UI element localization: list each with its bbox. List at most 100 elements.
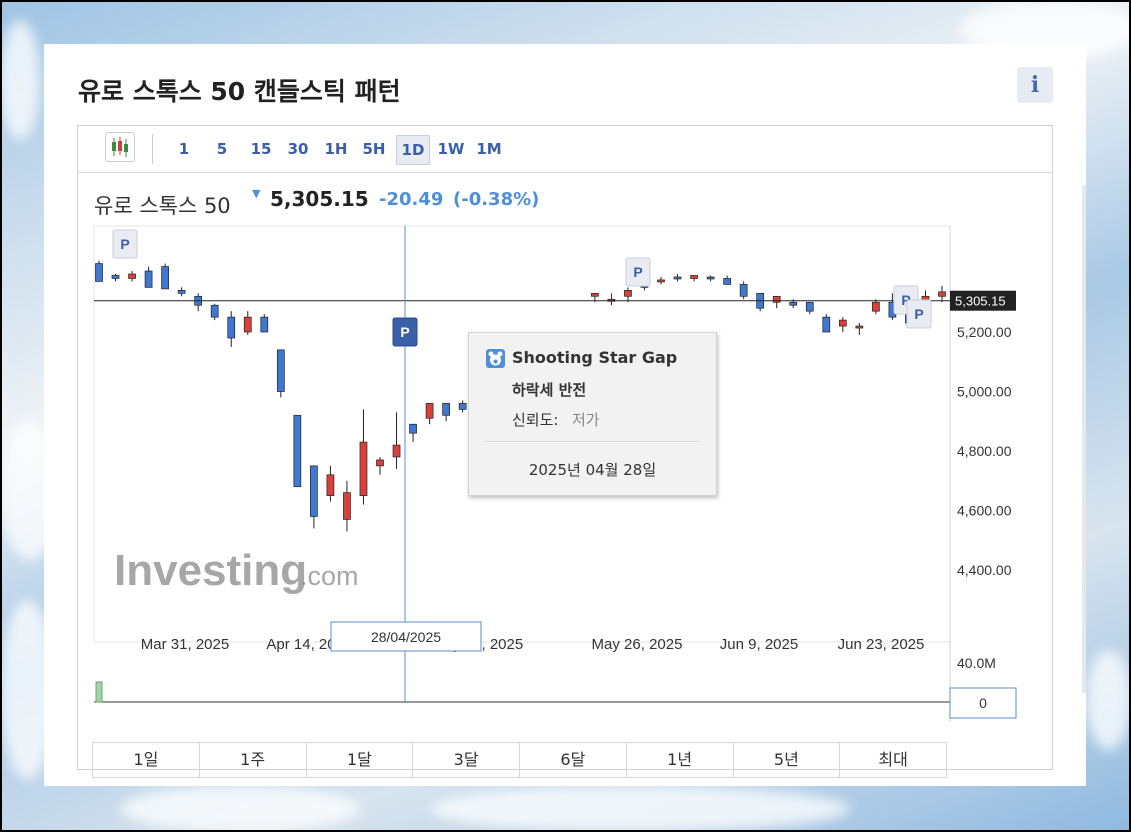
range-5y[interactable]: 5년 [734, 743, 841, 777]
candle-body [359, 441, 368, 496]
reliability-value: 저가 [572, 411, 600, 429]
candle[interactable] [624, 287, 632, 303]
candle[interactable] [938, 285, 946, 303]
candle[interactable] [343, 480, 351, 532]
candle-body [872, 301, 880, 312]
candle-body [591, 292, 599, 297]
current-price-label: 5,305.15 [955, 294, 1006, 309]
range-max[interactable]: 최대 [840, 743, 946, 777]
candle-body [723, 278, 731, 285]
candle[interactable] [805, 301, 814, 315]
candle[interactable] [227, 311, 236, 347]
candle[interactable] [458, 400, 467, 413]
candle[interactable] [359, 409, 368, 505]
candle[interactable] [723, 275, 731, 285]
watermark-domain: .com [300, 561, 359, 591]
range-selector: 1일 1주 1달 3달 6달 1년 5년 최대 [92, 742, 947, 778]
candle[interactable] [872, 299, 880, 315]
pattern-marker[interactable]: P [906, 299, 932, 329]
candle-body [838, 319, 847, 327]
pattern-marker-label: P [120, 236, 129, 252]
candle[interactable] [111, 273, 120, 282]
pattern-marker[interactable]: P [625, 257, 651, 287]
candle-body [144, 270, 153, 288]
candle[interactable] [392, 412, 401, 469]
candle-body [425, 403, 434, 419]
candle[interactable] [855, 323, 864, 335]
tooltip-divider [484, 441, 700, 442]
range-1y[interactable]: 1년 [627, 743, 734, 777]
candle[interactable] [161, 263, 169, 290]
chart-container: 1 5 15 30 1H 5H 1D 1W 1M 유로 스톡스 50 ▼ 5,3… [77, 125, 1053, 770]
pattern-marker[interactable]: P [112, 229, 138, 259]
pattern-marker[interactable]: P [392, 317, 418, 347]
candle[interactable] [673, 273, 682, 282]
candle-body [243, 316, 252, 333]
candle[interactable] [128, 271, 136, 282]
candle[interactable] [690, 275, 698, 282]
candle[interactable] [260, 314, 269, 333]
info-button[interactable]: i [1017, 67, 1053, 103]
price-tick-label: 4,600.00 [957, 503, 1012, 519]
candle-body [789, 301, 798, 306]
candle-body [161, 266, 169, 290]
candle[interactable] [95, 260, 103, 282]
candle[interactable] [607, 293, 616, 306]
candle[interactable] [376, 456, 384, 475]
candle[interactable] [293, 414, 302, 488]
candle[interactable] [442, 403, 450, 422]
candle[interactable] [310, 465, 318, 529]
candle[interactable] [177, 287, 186, 297]
candle[interactable] [838, 317, 847, 332]
pattern-tooltip: Shooting Star Gap 하락세 반전 신뢰도: 저가 2025년 0… [468, 332, 717, 496]
date-tick-label: May 26, 2025 [592, 636, 683, 653]
candle[interactable] [756, 292, 765, 312]
candle-body [805, 301, 814, 312]
candle[interactable] [144, 266, 153, 288]
pattern-marker-label: P [400, 324, 409, 340]
candle[interactable] [657, 276, 665, 285]
date-tick-label: Jun 23, 2025 [838, 636, 925, 653]
range-3m[interactable]: 3달 [413, 743, 520, 777]
price-tick-label: 5,200.00 [957, 324, 1012, 340]
candle[interactable] [326, 465, 335, 502]
candle-body [442, 403, 450, 416]
range-1w[interactable]: 1주 [200, 743, 307, 777]
candle-body [458, 403, 467, 410]
candle-body [128, 273, 136, 279]
range-1d[interactable]: 1일 [93, 743, 200, 777]
candle[interactable] [276, 349, 285, 398]
range-6m[interactable]: 6달 [520, 743, 627, 777]
candle-body [855, 325, 864, 329]
pattern-signal: 하락세 반전 [512, 381, 587, 399]
candle[interactable] [706, 275, 715, 282]
pattern-date: 2025년 04월 28일 [528, 461, 657, 479]
volume-axis-top-label: 40.0M [957, 655, 996, 671]
candle-body [938, 291, 946, 297]
page-title: 유로 스톡스 50 캔들스틱 패턴 [78, 77, 401, 106]
range-1m[interactable]: 1달 [307, 743, 414, 777]
candle-body [706, 276, 715, 280]
price-tick-label: 5,000.00 [957, 384, 1012, 400]
date-tick-label: Jun 9, 2025 [720, 636, 798, 653]
candle[interactable] [210, 303, 219, 321]
candle[interactable] [739, 281, 748, 300]
candle-body [293, 414, 302, 488]
candle-body [376, 459, 384, 467]
candle-body [690, 275, 698, 279]
candle[interactable] [409, 423, 417, 443]
candle[interactable] [772, 295, 781, 309]
date-tick-label: Mar 31, 2025 [141, 636, 229, 653]
candle-body [343, 492, 351, 520]
candle-body [326, 474, 335, 496]
candle[interactable] [243, 311, 252, 335]
volume-axis-bottom-label: 0 [979, 695, 987, 711]
candle[interactable] [822, 314, 831, 333]
candle-body [409, 423, 417, 434]
candle-body [111, 275, 120, 279]
pattern-marker-label: P [914, 306, 923, 322]
candle[interactable] [194, 293, 203, 312]
candle-body [95, 263, 103, 282]
candle[interactable] [425, 403, 434, 425]
volume-bar [95, 681, 103, 703]
